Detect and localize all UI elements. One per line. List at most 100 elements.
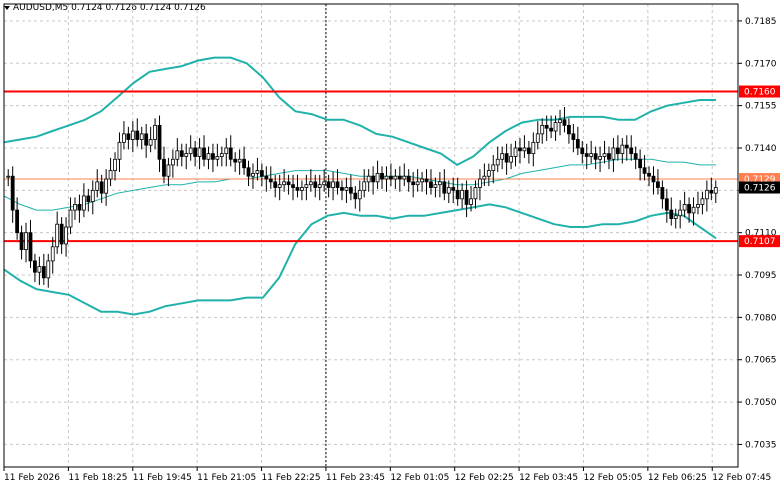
candle-body	[179, 150, 184, 157]
candle-body	[104, 178, 109, 194]
candle-body	[558, 119, 562, 123]
candle-body	[460, 189, 465, 200]
candle-body	[393, 175, 398, 180]
candle-body	[10, 175, 15, 211]
bollinger-lower-line	[3, 203, 717, 316]
candle-body	[638, 158, 643, 169]
candle-body	[709, 189, 714, 194]
candle-body	[535, 133, 540, 143]
candle-body	[126, 133, 131, 140]
candle-body	[522, 147, 527, 152]
candle-body	[629, 147, 634, 155]
candle-body	[642, 167, 647, 174]
candle-body	[277, 184, 282, 188]
candle-body	[317, 184, 322, 188]
candle-body	[264, 175, 269, 180]
time-axis[interactable]: 11 Feb 2026 11 Feb 18:25 11 Feb 19:45 11 Fe…	[3, 467, 771, 483]
candle-body	[86, 195, 91, 203]
x-tick-label: 11 Feb 2026	[4, 473, 60, 483]
candle-body	[202, 147, 206, 160]
candle-body	[130, 130, 135, 140]
candle-body	[415, 181, 420, 186]
candle-body	[375, 172, 380, 183]
candle-body	[37, 266, 42, 273]
candle-body	[451, 187, 456, 191]
candle-body	[509, 156, 513, 163]
y-tick-label: 0.7050	[745, 398, 777, 408]
candle-body	[6, 175, 11, 178]
candle-body	[348, 187, 353, 194]
candle-body	[15, 209, 20, 234]
candle-body	[322, 181, 327, 186]
candle-body	[206, 153, 211, 160]
candle-body	[68, 209, 73, 228]
candle-body	[113, 158, 117, 171]
candle-body	[380, 172, 384, 180]
candle-body	[495, 158, 500, 166]
candle-body	[660, 187, 665, 200]
candle-body	[193, 147, 198, 157]
candle-body	[291, 184, 295, 188]
x-tick-label: 11 Feb 18:25	[68, 473, 127, 483]
candle-body	[549, 127, 554, 132]
price-chart[interactable]: 0.71850.71700.71550.71400.71250.71100.70…	[0, 0, 781, 489]
candle-body	[28, 232, 33, 262]
candle-body	[624, 144, 629, 149]
candle-body	[464, 189, 469, 205]
candle-body	[473, 187, 478, 200]
candles	[6, 107, 718, 288]
candle-body	[251, 172, 255, 177]
candle-body	[144, 133, 149, 146]
candle-body	[73, 204, 77, 211]
current-price-label: 0.7126	[744, 184, 776, 194]
candle-body	[607, 153, 611, 160]
candle-body	[90, 189, 95, 203]
price-axis[interactable]: 0.71850.71700.71550.71400.71250.71100.70…	[738, 17, 780, 450]
candle-body	[567, 124, 571, 135]
candle-body	[219, 153, 224, 157]
x-tick-label: 11 Feb 19:45	[133, 473, 192, 483]
candle-body	[389, 175, 393, 180]
candle-body	[59, 223, 64, 245]
candle-body	[602, 153, 607, 157]
x-tick-label: 12 Feb 05:05	[583, 473, 642, 483]
candle-body	[544, 124, 549, 129]
candle-body	[553, 122, 558, 132]
candle-body	[406, 175, 411, 183]
candle-body	[153, 124, 157, 140]
candle-body	[598, 156, 602, 160]
candle-body	[246, 167, 251, 177]
x-tick-label: 12 Feb 07:45	[712, 473, 771, 483]
support-price-label: 0.7107	[744, 237, 776, 247]
candle-body	[64, 226, 68, 245]
candle-body	[429, 181, 433, 188]
candle-body	[175, 150, 180, 160]
candle-body	[611, 147, 616, 160]
candle-body	[215, 156, 220, 160]
candle-body	[366, 175, 371, 183]
candle-body	[282, 181, 287, 186]
candle-body	[384, 175, 389, 180]
candle-body	[224, 147, 229, 155]
candle-body	[673, 215, 678, 219]
candle-body	[420, 178, 424, 183]
candle-body	[424, 178, 429, 183]
candle-body	[651, 175, 656, 183]
candle-body	[584, 153, 589, 157]
candle-body	[81, 195, 86, 211]
y-tick-label: 0.7035	[745, 440, 777, 450]
candle-body	[696, 204, 700, 208]
x-tick-label: 12 Feb 02:25	[455, 473, 514, 483]
x-tick-label: 11 Feb 23:45	[326, 473, 385, 483]
candle-body	[108, 170, 113, 180]
candle-body	[446, 187, 451, 194]
candle-body	[344, 187, 349, 191]
candle-body	[259, 170, 264, 177]
y-tick-label: 0.7185	[745, 17, 777, 27]
y-tick-label: 0.7155	[745, 102, 777, 112]
y-tick-label: 0.7170	[745, 59, 777, 69]
candle-body	[713, 187, 718, 194]
candle-body	[589, 153, 594, 157]
candle-body	[620, 144, 625, 155]
candle-body	[46, 260, 51, 279]
